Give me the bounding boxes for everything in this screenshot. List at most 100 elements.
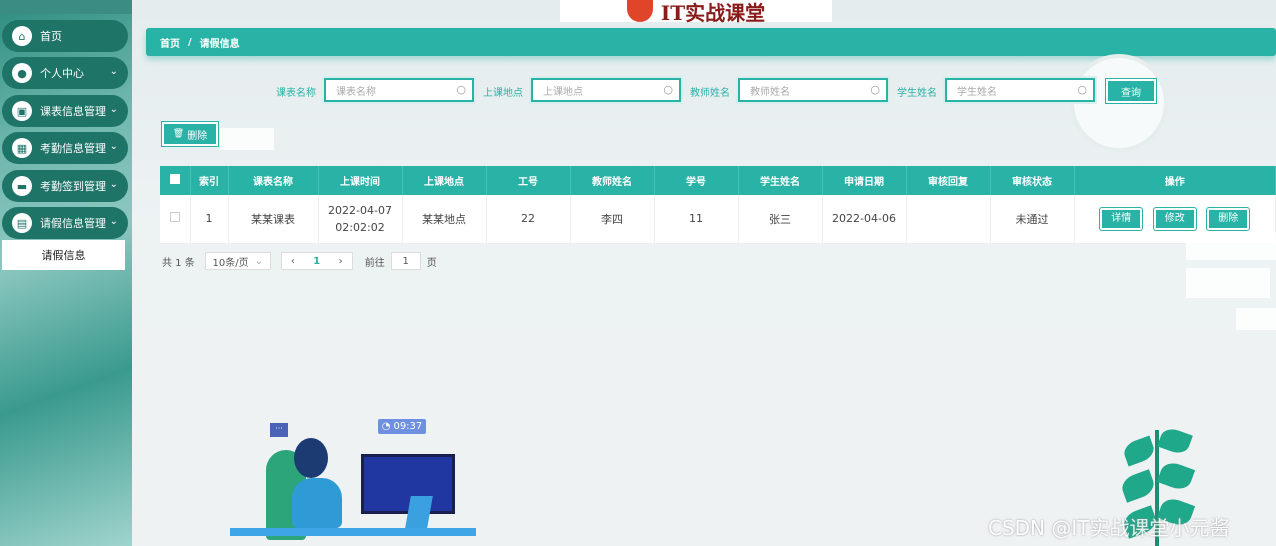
column-header: 索引	[190, 166, 229, 195]
sidebar-item-checkin[interactable]: ▬ 考勤签到管理 ⌄	[2, 170, 128, 202]
next-page-button[interactable]: ›	[339, 256, 343, 267]
leaf	[1121, 435, 1157, 467]
page-nav: ‹ 1 ›	[280, 252, 353, 270]
pagination: 共 1 条 10条/页 ⌄ ‹ 1 › 前往 1 页	[162, 252, 437, 270]
chevron-down-icon: ⌄	[109, 179, 118, 190]
chevron-down-icon: ⌄	[109, 66, 118, 77]
cell-index: 1	[190, 195, 229, 244]
sidebar-subitem-label: 请假信息	[41, 249, 86, 262]
batch-delete-button[interactable]: 🗑 删除	[162, 122, 218, 146]
briefcase-icon: ▣	[12, 101, 32, 121]
breadcrumb: 首页 / 请假信息	[146, 28, 1276, 56]
goto-page-value: 1	[402, 255, 409, 267]
teacher-name-input[interactable]: 教师姓名 ○	[738, 78, 888, 102]
decoration-box	[1186, 232, 1276, 260]
course-name-input[interactable]: 课表名称 ○	[324, 78, 474, 102]
time-badge: ◔ 09:37	[378, 419, 426, 434]
cell-teacher: 李四	[570, 195, 655, 244]
current-page[interactable]: 1	[313, 256, 320, 267]
cell-status: 未通过	[990, 195, 1075, 244]
decoration-box	[1236, 308, 1276, 330]
grid-icon: ▦	[12, 138, 32, 158]
placeholder: 上课地点	[543, 86, 583, 98]
chevron-down-icon: ⌄	[109, 104, 118, 115]
select-all-cell[interactable]	[160, 166, 191, 195]
filter-label-place: 上课地点	[483, 88, 523, 99]
placeholder: 学生姓名	[957, 86, 997, 98]
cell-time: 2022-04-07 02:02:02	[318, 195, 403, 244]
column-header: 上课时间	[318, 166, 403, 195]
main-content: IT实战课堂 首页 / 请假信息 课表名称 课表名称 ○ 上课地点 上课地点 ○…	[132, 0, 1276, 546]
sidebar-item-course[interactable]: ▣ 课表信息管理 ⌄	[2, 95, 128, 127]
decoration-box	[1186, 268, 1270, 298]
column-header: 学生姓名	[738, 166, 823, 195]
user-icon: ●	[12, 63, 32, 83]
sidebar-header	[0, 0, 132, 14]
row-delete-button[interactable]: 删除	[1207, 207, 1250, 230]
sidebar-subitem-leave-info[interactable]: 请假信息	[2, 240, 125, 270]
search-icon: ○	[1077, 83, 1087, 96]
class-place-input[interactable]: 上课地点 ○	[531, 78, 681, 102]
breadcrumb-current: 请假信息	[199, 38, 240, 50]
select-all-checkbox[interactable]	[169, 174, 180, 184]
logo-banner: IT实战课堂	[560, 0, 832, 25]
query-button[interactable]: 查询	[1106, 79, 1156, 103]
chevron-down-icon: ⌄	[109, 216, 118, 227]
clock-decoration	[1070, 54, 1168, 152]
sidebar-item-leave[interactable]: ▤ 请假信息管理 ⌄	[2, 207, 128, 239]
time-text: 09:37	[393, 421, 423, 432]
prev-page-button[interactable]: ‹	[291, 256, 295, 267]
chat-bubble-icon: ···	[270, 423, 288, 437]
logo-text: IT实战课堂	[660, 0, 766, 25]
filter-label-student: 学生姓名	[897, 88, 937, 99]
cell-place: 某某地点	[402, 195, 487, 244]
cell-student-id: 11	[654, 195, 739, 244]
cell-date: 2022-04-06	[822, 195, 907, 244]
leaf	[1118, 469, 1158, 503]
column-header: 审核回复	[906, 166, 991, 195]
column-header: 工号	[486, 166, 571, 195]
row-checkbox[interactable]	[169, 212, 180, 223]
sidebar-item-attendance[interactable]: ▦ 考勤信息管理 ⌄	[2, 132, 128, 164]
filter-label-teacher: 教师姓名	[690, 88, 730, 99]
clock-icon: ◔	[381, 421, 391, 432]
column-header: 申请日期	[822, 166, 907, 195]
column-header: 学号	[654, 166, 739, 195]
sidebar-item-label: 请假信息管理	[40, 217, 106, 230]
goto-page-input[interactable]: 1	[390, 252, 421, 270]
search-icon: ○	[456, 83, 466, 96]
row-select-cell[interactable]	[160, 195, 191, 244]
laptop-illustration	[405, 496, 433, 528]
column-header: 课表名称	[228, 166, 319, 195]
student-name-input[interactable]: 学生姓名 ○	[945, 78, 1095, 102]
leaf	[1157, 425, 1193, 457]
total-count: 共 1 条	[162, 257, 195, 269]
column-header: 操作	[1074, 166, 1276, 195]
chevron-down-icon: ⌄	[109, 141, 118, 152]
sidebar: ⌂ 首页 ● 个人中心 ⌄ ▣ 课表信息管理 ⌄ ▦ 考勤信息管理 ⌄ ▬ 考勤…	[0, 0, 132, 546]
page-size-select[interactable]: 10条/页 ⌄	[204, 252, 271, 270]
cell-reply	[906, 195, 991, 244]
chevron-down-icon: ⌄	[254, 255, 263, 267]
sidebar-item-profile[interactable]: ● 个人中心 ⌄	[2, 57, 128, 89]
detail-button[interactable]: 详情	[1100, 207, 1143, 230]
breadcrumb-home[interactable]: 首页	[160, 35, 180, 50]
placeholder: 教师姓名	[750, 86, 790, 98]
search-icon: ○	[663, 83, 673, 96]
edit-button[interactable]: 修改	[1153, 207, 1196, 230]
desk-illustration	[230, 528, 476, 536]
column-header: 上课地点	[402, 166, 487, 195]
person-head-illustration	[294, 438, 328, 478]
person-illustration	[292, 478, 342, 528]
document-icon: ▤	[12, 213, 32, 233]
trash-icon: 🗑	[172, 129, 185, 139]
cell-teacher-id: 22	[486, 195, 571, 244]
sidebar-item-label: 个人中心	[40, 67, 84, 80]
logo-icon	[626, 0, 653, 22]
sidebar-item-home[interactable]: ⌂ 首页	[2, 20, 128, 52]
decoration-box	[220, 128, 274, 150]
sidebar-item-label: 课表信息管理	[40, 105, 106, 118]
page-size-value: 10条/页	[212, 257, 249, 269]
watermark: CSDN @IT实战课堂小元酱	[988, 516, 1230, 540]
breadcrumb-separator: /	[188, 36, 192, 48]
